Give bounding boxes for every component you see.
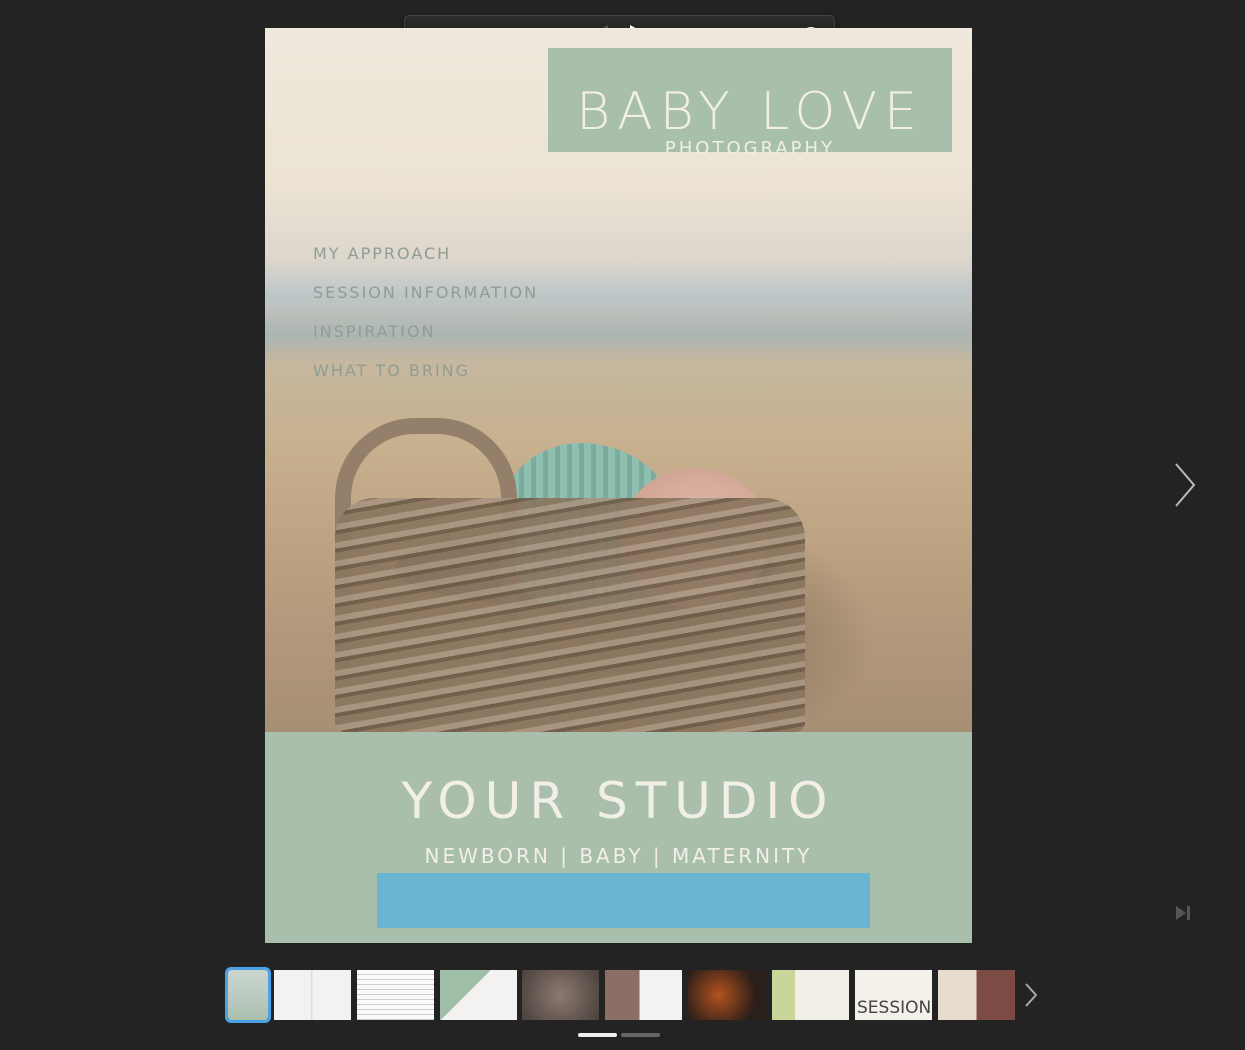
pager-dot-1[interactable] (578, 1033, 617, 1037)
thumbnail-page-4[interactable] (440, 970, 517, 1020)
thumbnail-page-1[interactable] (225, 967, 271, 1023)
thumbnail-page-3[interactable] (357, 970, 434, 1020)
logo-title: BABY LOVE (576, 82, 924, 142)
logo-subtitle: PHOTOGRAPHY (664, 138, 836, 159)
thumbnail-page-9[interactable]: SESSION (855, 970, 932, 1020)
cover-footer: YOUR STUDIO NEWBORN | BABY | MATERNITY (265, 732, 972, 943)
next-page-arrow-icon[interactable] (1170, 460, 1200, 510)
basket (335, 498, 805, 732)
thumbnail-page-6[interactable] (605, 970, 682, 1020)
pager-dot-2[interactable] (621, 1033, 660, 1037)
tagline: NEWBORN | BABY | MATERNITY (424, 844, 813, 868)
last-page-icon[interactable] (1174, 903, 1194, 923)
thumbnail-page-2[interactable] (274, 970, 351, 1020)
menu-item-inspiration[interactable]: INSPIRATION (313, 322, 435, 341)
menu-item-what-to-bring[interactable]: WHAT TO BRING (313, 361, 470, 380)
thumbnail-strip-next-icon[interactable] (1022, 980, 1040, 1010)
menu-item-approach[interactable]: MY APPROACH (313, 244, 451, 263)
call-to-action-bar[interactable] (377, 873, 870, 928)
logo-box: BABY LOVE PHOTOGRAPHY (548, 48, 952, 159)
thumbnail-page-5[interactable] (522, 970, 599, 1020)
studio-name: YOUR STUDIO (401, 772, 836, 830)
menu-item-session-information[interactable]: SESSION INFORMATION (313, 283, 538, 302)
thumbnail-page-10[interactable] (938, 970, 1015, 1020)
thumbnail-page-8[interactable] (772, 970, 849, 1020)
magazine-page[interactable]: BABY LOVE PHOTOGRAPHY MY APPROACH SESSIO… (265, 28, 972, 943)
thumbnail-page-7[interactable] (688, 970, 765, 1020)
thumbnail-label: SESSION (857, 998, 932, 1018)
